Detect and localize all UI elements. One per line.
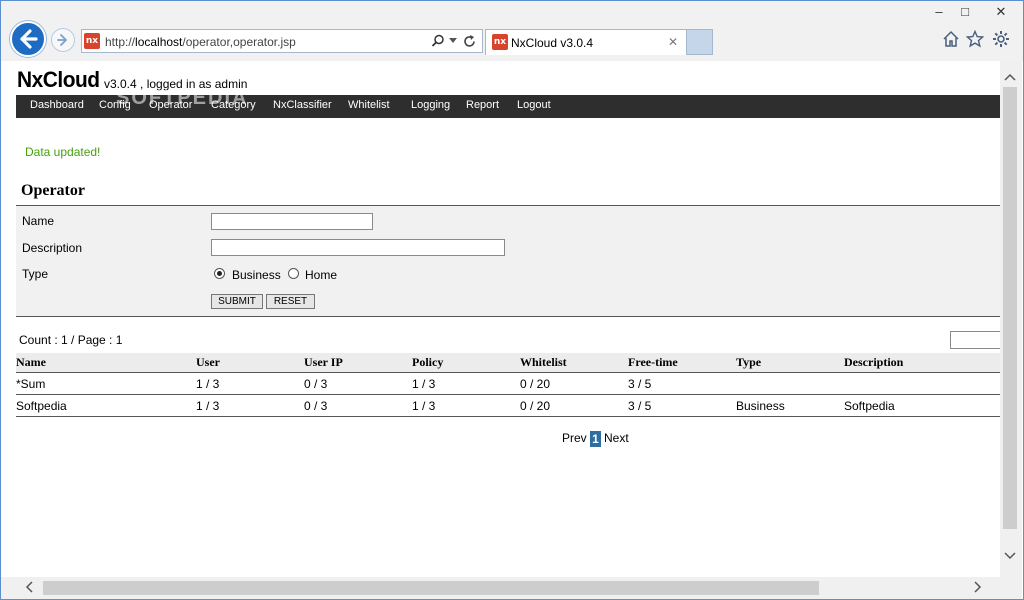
cell-description: Softpedia [844,399,895,413]
type-home-radio[interactable] [288,268,299,279]
name-label: Name [22,214,55,228]
app-brand: NxCloud [17,67,100,92]
type-business-label: Business [232,268,281,282]
cell-whitelist: 0 / 20 [520,399,551,413]
address-bar[interactable]: nx http://localhost/operator,operator.js… [81,29,483,53]
operator-form: Name Description Type Business Home SUBM… [16,205,1000,317]
refresh-icon[interactable] [462,34,477,49]
description-input[interactable] [211,239,505,256]
horizontal-scroll-thumb[interactable] [43,581,819,595]
page-title: Operator [21,182,85,199]
vertical-scroll-thumb[interactable] [1003,87,1017,529]
tab-favicon-icon: nx [492,34,508,50]
submit-button[interactable]: SUBMIT [211,294,263,309]
nav-nxclassifier[interactable]: NxClassifier [273,99,332,111]
col-description[interactable]: Description [844,355,903,370]
pager-prev-link[interactable]: Prev [562,431,587,445]
table-bottom-divider [16,416,1000,417]
header-divider [16,372,1000,373]
favorites-star-icon[interactable] [965,29,985,50]
tab-title: NxCloud v3.0.4 [511,36,594,50]
minimize-button[interactable]: – [926,3,952,21]
name-input[interactable] [211,213,373,230]
table-filter-input[interactable] [950,331,1000,349]
col-policy[interactable]: Policy [412,355,443,370]
scroll-up-icon[interactable] [1004,69,1016,83]
browser-window: – □ ✕ nx http://localhost/operator,opera… [0,0,1024,600]
horizontal-scrollbar[interactable] [1,577,1000,599]
col-whitelist[interactable]: Whitelist [520,355,567,370]
cell-whitelist: 0 / 20 [520,377,551,391]
col-free-time[interactable]: Free-time [628,355,678,370]
cell-name: Softpedia [16,399,67,413]
status-message: Data updated! [25,145,101,159]
scroll-left-icon[interactable] [25,581,33,595]
back-button[interactable] [10,21,46,57]
nav-report[interactable]: Report [466,99,499,111]
vertical-scrollbar[interactable] [1000,61,1022,577]
cell-policy: 1 / 3 [412,377,436,391]
nav-dashboard[interactable]: Dashboard [30,99,84,111]
pager-current-page[interactable]: 1 [590,431,601,447]
col-type[interactable]: Type [736,355,761,370]
type-business-radio[interactable] [214,268,225,279]
forward-arrow-icon [57,34,67,46]
scroll-right-icon[interactable] [974,581,982,595]
scroll-down-icon[interactable] [1004,548,1016,562]
type-home-label: Home [305,268,338,282]
nav-whitelist[interactable]: Whitelist [348,99,390,111]
reset-button[interactable]: RESET [266,294,315,309]
forward-button[interactable] [51,28,75,52]
search-icon[interactable] [431,34,445,48]
cell-free-time: 3 / 5 [628,399,652,413]
record-count: Count : 1 / Page : 1 [19,333,123,347]
col-user-ip[interactable]: User IP [304,355,343,370]
col-name[interactable]: Name [16,355,46,370]
cell-policy: 1 / 3 [412,399,436,413]
table-header: Name User User IP Policy Whitelist Free-… [16,353,1000,373]
watermark: SOFTPEDIA [116,87,249,109]
cell-user-ip: 0 / 3 [304,399,328,413]
nav-logging[interactable]: Logging [411,99,450,111]
col-user[interactable]: User [196,355,220,370]
close-window-button[interactable]: ✕ [985,3,1017,21]
browser-titlebar: – □ ✕ nx http://localhost/operator,opera… [1,1,1023,61]
back-arrow-icon [20,29,38,49]
tab-nxcloud[interactable]: nx NxCloud v3.0.4 ✕ [485,29,687,55]
cell-user: 1 / 3 [196,377,220,391]
new-tab-button[interactable] [687,29,713,55]
cell-name: *Sum [16,377,46,391]
tab-close-icon[interactable]: ✕ [668,35,678,49]
page-content: NxCloud v3.0.4 , logged in as admin Dash… [1,61,1000,577]
dropdown-arrow-icon[interactable] [449,38,457,44]
nav-logout[interactable]: Logout [517,99,551,111]
cell-type: Business [736,399,785,413]
cell-user-ip: 0 / 3 [304,377,328,391]
address-url[interactable]: http://localhost/operator,operator.jsp [105,35,296,49]
scrollbar-corner [1000,577,1022,599]
pager-next-link[interactable]: Next [604,431,629,445]
description-label: Description [22,241,83,255]
maximize-button[interactable]: □ [952,3,978,21]
cell-free-time: 3 / 5 [628,377,652,391]
type-label: Type [22,267,49,281]
site-favicon-icon: nx [84,33,100,49]
row-divider [16,394,1000,395]
cell-user: 1 / 3 [196,399,220,413]
settings-gear-icon[interactable] [991,30,1011,50]
home-icon[interactable] [941,30,961,50]
